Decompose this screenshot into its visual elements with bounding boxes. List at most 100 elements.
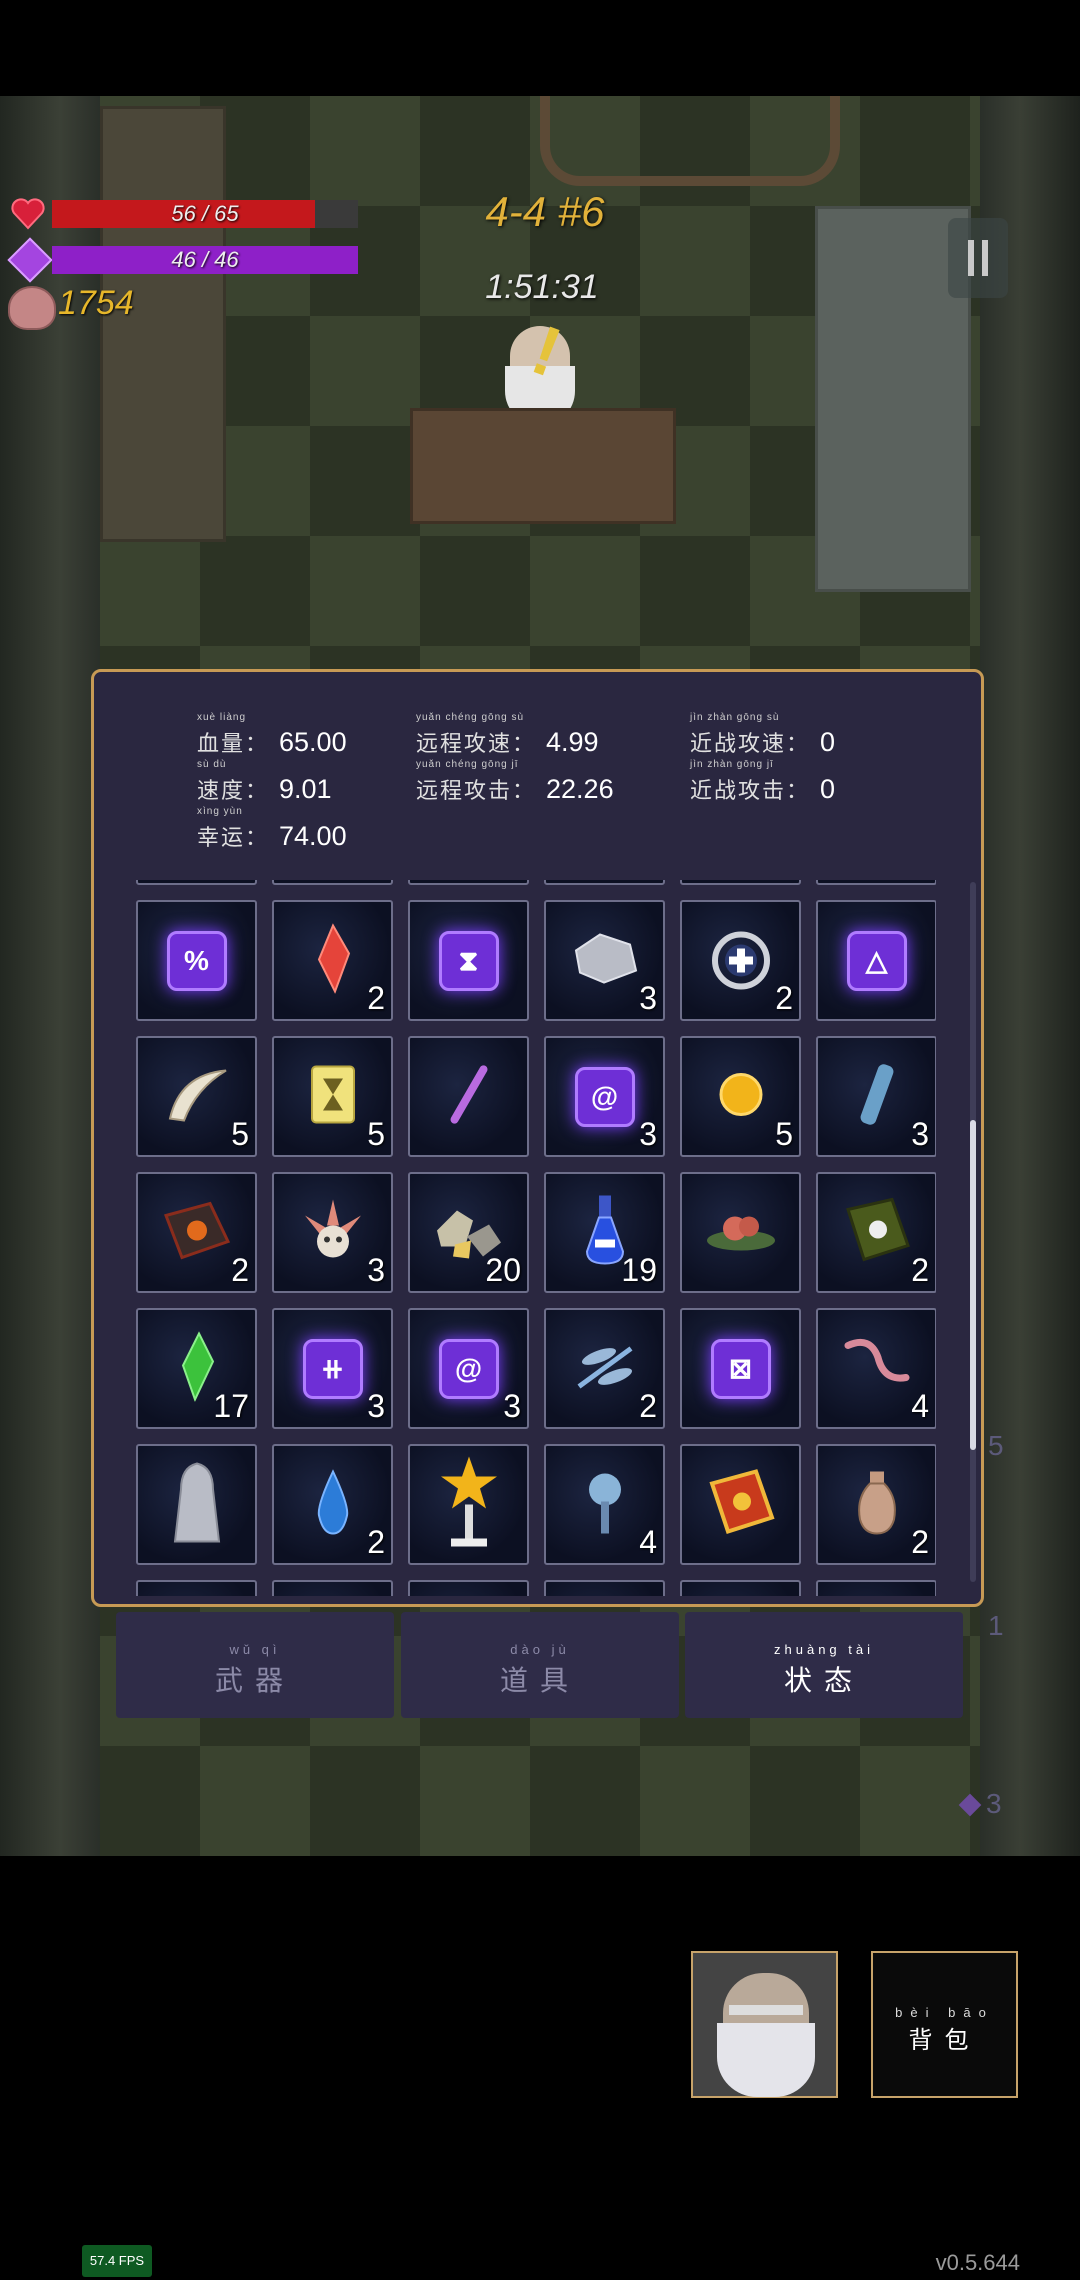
stat-melee-attack: jìn zhàn gōng jī 近战攻击： 0: [690, 759, 835, 805]
portrait-brow: [729, 2005, 803, 2015]
horn-icon: [162, 1064, 232, 1129]
run-timer: 1:51:31: [485, 268, 599, 306]
red-flower-icon: [701, 1200, 781, 1265]
inventory-slot[interactable]: ⧺ 3: [272, 1308, 393, 1429]
item-count: 4: [911, 1388, 929, 1424]
stat-value: 22.26: [546, 774, 614, 804]
stat-label: 幸运：: [197, 825, 270, 850]
inventory-slot[interactable]: 3: [272, 1172, 393, 1293]
inventory-slot[interactable]: 2: [272, 900, 393, 1021]
stat-ranged-attack: yuǎn chéng gōng jī 远程攻击： 22.26: [416, 759, 614, 805]
item-count: 2: [775, 980, 793, 1016]
stat-pinyin: jìn zhàn gōng sù: [690, 712, 780, 723]
inventory-slot[interactable]: 2: [136, 1172, 257, 1293]
item-count: 2: [367, 980, 385, 1016]
hooded-statue-icon: [169, 1459, 225, 1550]
inventory-scrollbar[interactable]: [970, 882, 976, 1582]
item-count: 5: [775, 1116, 793, 1152]
inventory-slot[interactable]: [816, 1580, 936, 1596]
stat-value: 0: [820, 774, 836, 804]
tab-status[interactable]: zhuàng tài 状态: [685, 1612, 963, 1718]
gold-count: 1754: [58, 284, 134, 322]
bag-pinyin: bèi bāo: [895, 2005, 994, 2020]
stat-melee-speed: jìn zhàn gōng sù 近战攻速： 0: [690, 712, 835, 758]
inventory-panel: xuè liàng 血量： 65.00 yuǎn chéng gōng sù 远程攻速…: [91, 669, 984, 1607]
yellow-card-icon: [308, 1062, 358, 1131]
dragonfly-icon: [565, 1336, 645, 1401]
inventory-slot[interactable]: 2: [816, 1444, 936, 1565]
item-count: 3: [367, 1388, 385, 1424]
inventory-slot[interactable]: [816, 880, 936, 885]
tab-items[interactable]: dào jù 道具: [401, 1612, 679, 1718]
item-count: 17: [213, 1388, 249, 1424]
inventory-slot[interactable]: [680, 1172, 801, 1293]
item-count: 3: [367, 1252, 385, 1288]
inventory-slot[interactable]: [408, 880, 529, 885]
inventory-slot[interactable]: 4: [544, 1444, 665, 1565]
inventory-slot[interactable]: 17: [136, 1308, 257, 1429]
hp-bar: 56 / 65: [52, 200, 358, 228]
mp-bar: 46 / 46: [52, 246, 358, 274]
inventory-slot[interactable]: [680, 1580, 801, 1596]
stat-value: 0: [820, 727, 836, 757]
inventory-slot[interactable]: [272, 1580, 393, 1596]
pause-button[interactable]: [948, 218, 1008, 298]
feather-skull-icon: [295, 1195, 371, 1270]
scrollbar-thumb[interactable]: [970, 1120, 976, 1450]
inventory-slot[interactable]: 5: [272, 1036, 393, 1157]
side-number: 3: [986, 1788, 1002, 1819]
inventory-slot[interactable]: [408, 1580, 529, 1596]
inventory-slot[interactable]: 2: [680, 900, 801, 1021]
character-portrait-button[interactable]: [691, 1951, 838, 2098]
inventory-slot[interactable]: [680, 880, 801, 885]
inventory-slot[interactable]: %: [136, 900, 257, 1021]
item-count: 5: [231, 1116, 249, 1152]
inventory-slot[interactable]: 2: [816, 1172, 936, 1293]
stat-label: 速度：: [197, 778, 270, 803]
inventory-slot[interactable]: ⧗: [408, 900, 529, 1021]
tab-weapons[interactable]: wǔ qì 武器: [116, 1612, 394, 1718]
inventory-slot[interactable]: [408, 1036, 529, 1157]
stat-label: 血量：: [197, 731, 270, 756]
portrait-beard: [717, 2023, 815, 2097]
side-number: 1: [988, 1610, 1004, 1641]
inventory-slot[interactable]: [136, 1580, 257, 1596]
stat-value: 74.00: [279, 821, 347, 851]
inventory-slot[interactable]: @3: [408, 1308, 529, 1429]
inventory-slot[interactable]: 3: [816, 1036, 936, 1157]
stat-label: 近战攻速：: [690, 731, 811, 756]
inventory-slot[interactable]: [408, 1444, 529, 1565]
tab-pinyin: dào jù: [510, 1642, 570, 1657]
inventory-slot[interactable]: 20: [408, 1172, 529, 1293]
inventory-slot[interactable]: [680, 1444, 801, 1565]
inventory-slot[interactable]: ⊠: [680, 1308, 801, 1429]
cross-rune-icon: ⧺: [302, 1338, 363, 1399]
inventory-slot[interactable]: 2: [544, 1308, 665, 1429]
stat-label: 远程攻速：: [416, 731, 537, 756]
inventory-slot[interactable]: 5: [136, 1036, 257, 1157]
inventory-slot[interactable]: @3: [544, 1036, 665, 1157]
item-count: 2: [231, 1252, 249, 1288]
inventory-slot[interactable]: 2: [272, 1444, 393, 1565]
inventory-slot[interactable]: 4: [816, 1308, 936, 1429]
inventory-slot[interactable]: [544, 1580, 665, 1596]
stat-pinyin: xìng yùn: [197, 806, 243, 817]
inventory-slot[interactable]: 5: [680, 1036, 801, 1157]
inventory-grid[interactable]: % 2 ⧗ 3 2 △ 5 5 @3 5 3 2 3 20 19 2 17 ⧺ 3 @3 2 ⊠ 4 2 4 2: [136, 880, 936, 1596]
inventory-slot[interactable]: [272, 880, 393, 885]
side-number: 5: [988, 1430, 1004, 1461]
inventory-slot[interactable]: [544, 880, 665, 885]
inventory-slot[interactable]: 19: [544, 1172, 665, 1293]
water-drop-icon: [313, 1468, 353, 1540]
inventory-slot[interactable]: △: [816, 900, 936, 1021]
inventory-slot[interactable]: 3: [544, 900, 665, 1021]
inventory-slot[interactable]: [136, 1444, 257, 1565]
tab-label: 武器: [214, 1664, 295, 1697]
spiral-rune-icon: @: [438, 1338, 499, 1399]
merchant-table: [410, 408, 676, 524]
stat-pinyin: jìn zhàn gōng jī: [690, 759, 774, 770]
inventory-slot[interactable]: [136, 880, 257, 885]
stat-pinyin: sù dù: [197, 759, 227, 770]
fps-counter: 57.4 FPS: [82, 2245, 152, 2277]
backpack-button[interactable]: bèi bāo 背包: [871, 1951, 1018, 2098]
